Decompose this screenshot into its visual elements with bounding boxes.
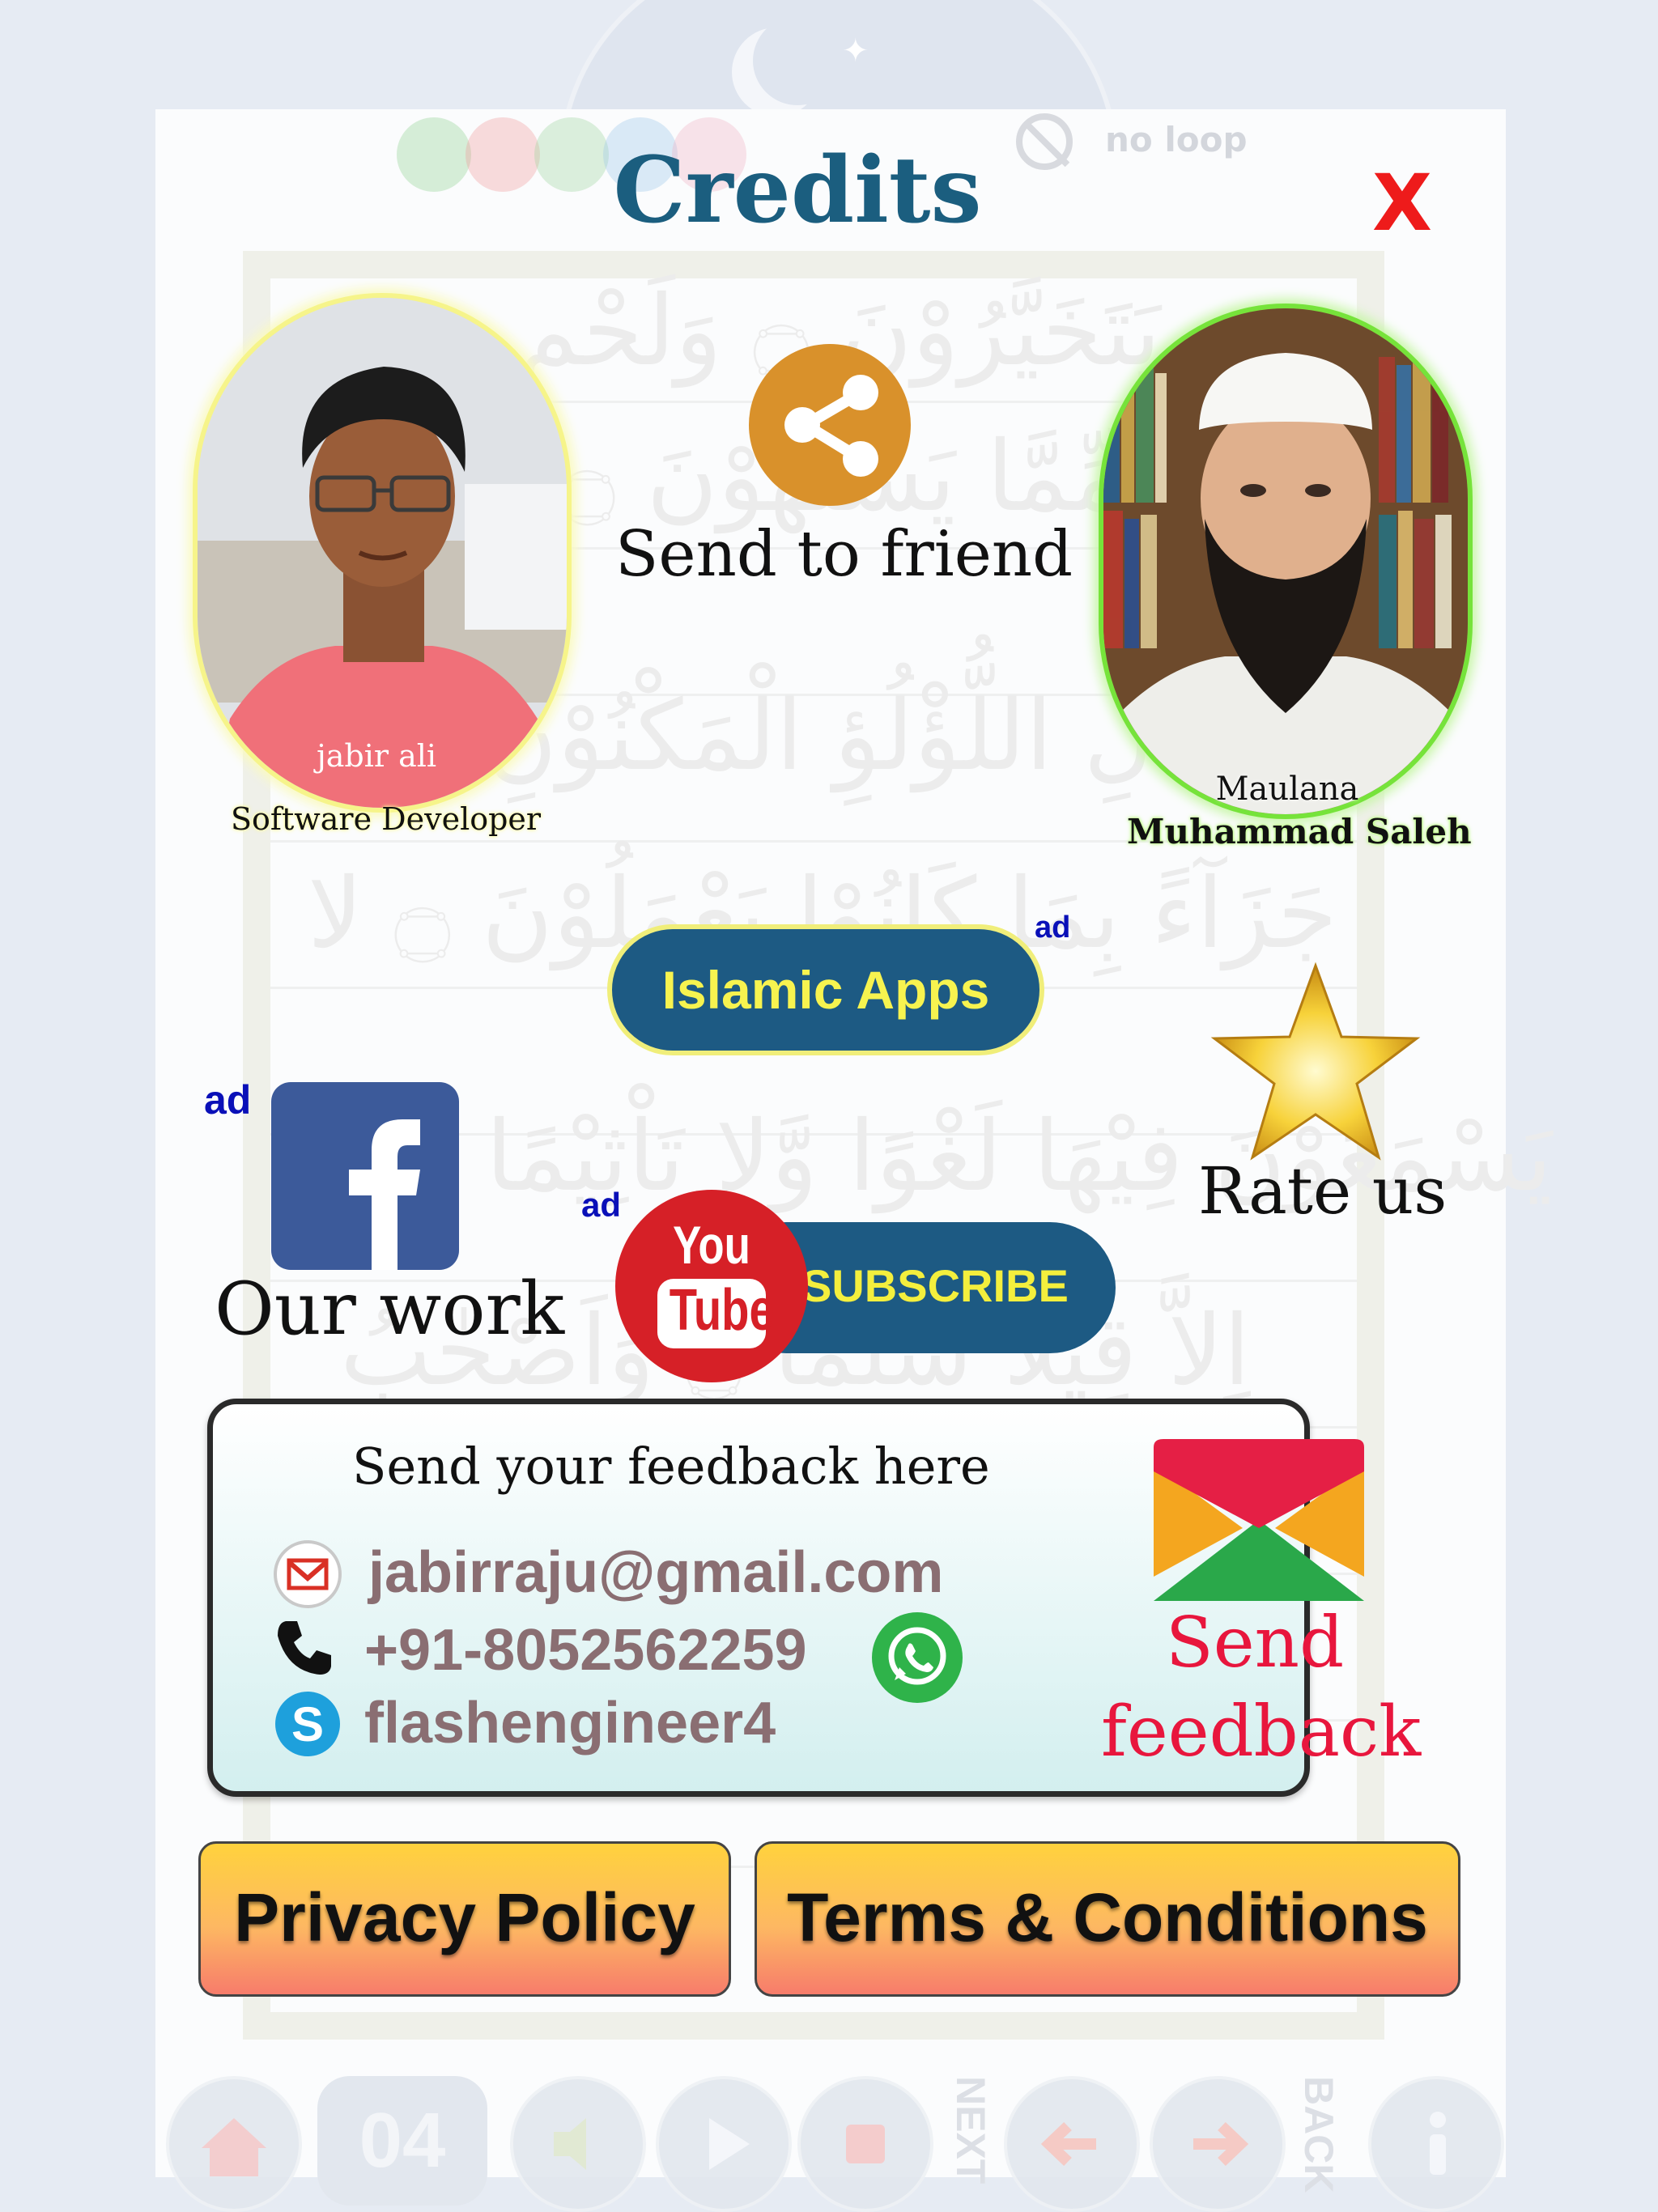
home-icon (202, 2118, 266, 2176)
whatsapp-icon[interactable] (870, 1611, 964, 1705)
arrow-left-icon (1040, 2121, 1096, 2167)
gmail-icon (274, 1540, 342, 1608)
islamic-apps-ad-tag: ad (1035, 911, 1071, 945)
share-button[interactable] (749, 344, 911, 506)
send-to-friend-label[interactable]: Send to friend (615, 518, 1073, 591)
next-label[interactable]: NEXT (947, 2076, 994, 2184)
terms-conditions-button[interactable]: Terms & Conditions (755, 1841, 1460, 1997)
send-feedback-line2: feedback (1101, 1692, 1422, 1773)
stop-button[interactable] (797, 2076, 933, 2212)
star-icon[interactable] (1210, 959, 1421, 1170)
home-button[interactable] (166, 2076, 302, 2212)
speaker-icon (554, 2118, 586, 2170)
islamic-apps-button[interactable]: Islamic Apps (607, 924, 1044, 1055)
facebook-ad-tag: ad (204, 1077, 252, 1123)
previous-arrow-button[interactable] (1004, 2076, 1140, 2212)
scholar-name: Muhammad Saleh (1127, 812, 1472, 851)
play-icon (709, 2118, 750, 2170)
arrow-right-icon (1193, 2121, 1249, 2167)
youtube-logo-you: You (673, 1215, 750, 1275)
email-address[interactable]: jabirraju@gmail.com (368, 1539, 943, 1606)
dialog-title: Credits (613, 138, 982, 244)
back-label[interactable]: BACK (1295, 2076, 1342, 2193)
developer-portrait-image (198, 298, 567, 808)
developer-name: jabir ali (316, 738, 437, 774)
close-button[interactable]: X (1372, 158, 1432, 248)
info-icon (1430, 2112, 1446, 2175)
facebook-button[interactable] (271, 1082, 459, 1270)
developer-photo (193, 293, 572, 813)
facebook-icon (349, 1119, 420, 1270)
youtube-logo-tube: Tube (669, 1278, 775, 1343)
youtube-logo[interactable]: You Tube (615, 1190, 808, 1382)
envelope-icon[interactable] (1154, 1439, 1364, 1601)
phone-icon (278, 1621, 331, 1675)
privacy-policy-button[interactable]: Privacy Policy (198, 1841, 731, 1997)
send-feedback-button[interactable]: Send feedback (1101, 1598, 1422, 1777)
scholar-title: Maulana (1215, 771, 1359, 808)
next-arrow-button[interactable] (1150, 2076, 1286, 2212)
phone-number[interactable]: +91-8052562259 (364, 1617, 807, 1683)
subscribe-label[interactable]: SUBSCRIBE (801, 1259, 1069, 1312)
our-work-label[interactable]: Our work (215, 1267, 564, 1352)
svg-text:S: S (291, 1697, 324, 1751)
play-button[interactable] (656, 2076, 792, 2212)
sound-button[interactable] (510, 2076, 646, 2212)
stop-icon (846, 2125, 885, 2163)
skype-icon: S (275, 1692, 340, 1756)
feedback-heading: Send your feedback here (352, 1437, 990, 1496)
developer-role: Software Developer (231, 801, 542, 837)
share-icon (784, 375, 878, 477)
star-decoration-icon: ✦ (842, 32, 869, 70)
info-button[interactable] (1368, 2076, 1504, 2212)
scholar-photo (1099, 304, 1473, 819)
moon-icon (753, 16, 842, 105)
rate-us-label[interactable]: Rate us (1198, 1153, 1447, 1229)
scholar-portrait-image (1103, 308, 1468, 814)
youtube-ad-tag: ad (581, 1186, 622, 1224)
skype-id[interactable]: flashengineer4 (364, 1690, 776, 1756)
send-feedback-line1: Send (1165, 1603, 1345, 1683)
page-number-display[interactable]: 04 (317, 2076, 487, 2206)
